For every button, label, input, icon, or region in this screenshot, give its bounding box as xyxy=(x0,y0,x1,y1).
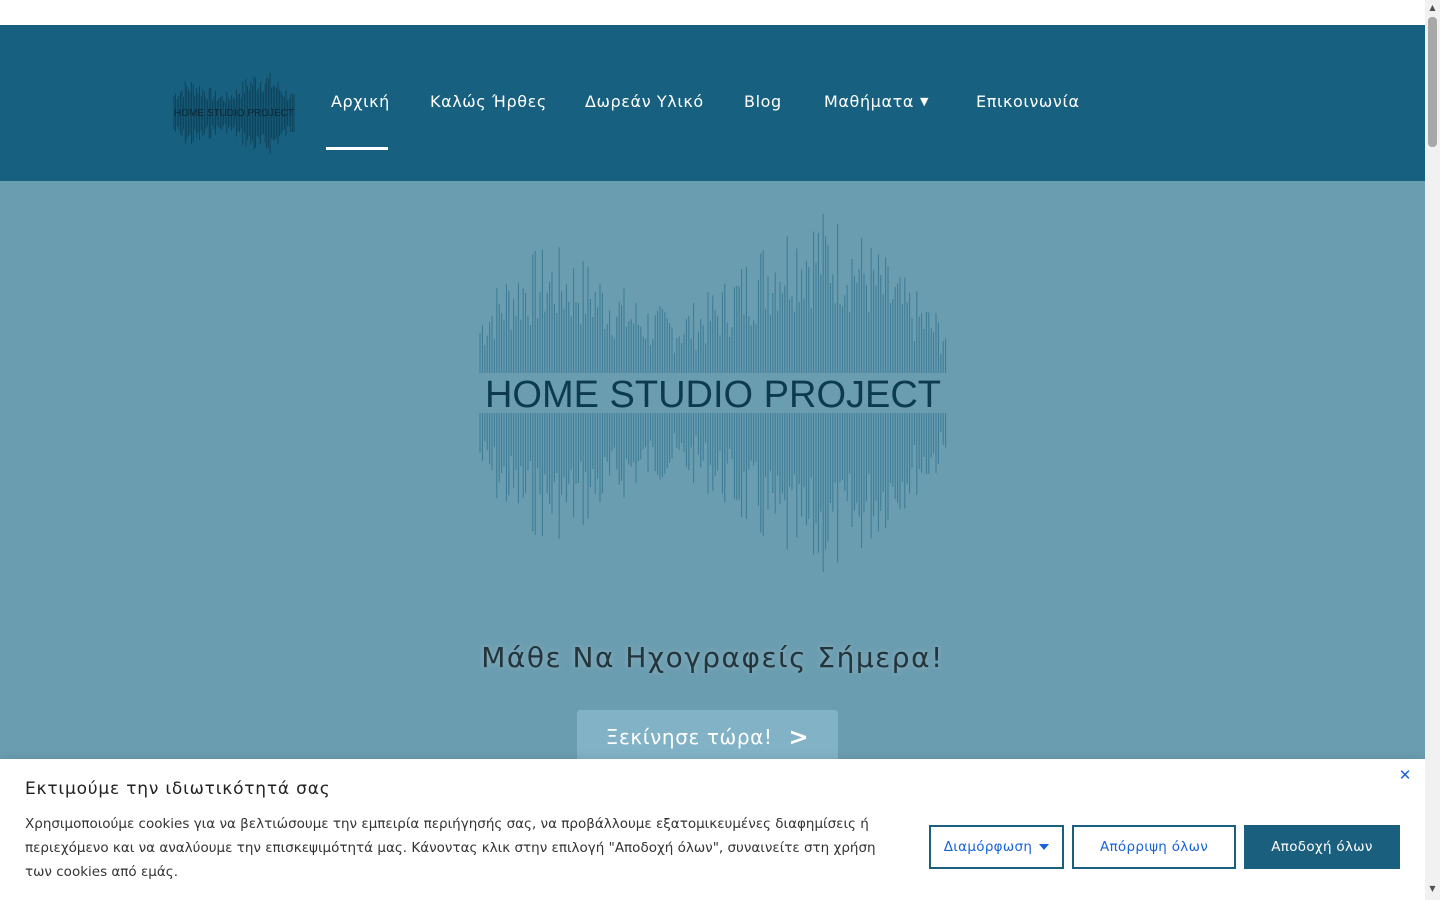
nav-item-contact-label: Επικοινωνία xyxy=(976,92,1080,111)
cookie-banner: Εκτιμούμε την ιδιωτικότητά σας Χρησιμοπο… xyxy=(0,759,1425,900)
start-now-button[interactable]: Ξεκίνησε τώρα! > xyxy=(577,710,838,764)
nav-item-courses-label: Μαθήματα xyxy=(824,92,914,111)
site-logo[interactable]: HOME STUDIO PROJECT xyxy=(172,61,296,165)
reject-all-label: Απόρριψη όλων xyxy=(1099,839,1209,855)
logo-text: HOME STUDIO PROJECT xyxy=(174,108,294,119)
chevron-down-icon: ▼ xyxy=(920,95,930,108)
active-nav-indicator xyxy=(326,147,388,150)
nav-item-welcome[interactable]: Καλώς Ήρθες xyxy=(430,92,547,111)
hero-logo: HOME STUDIO PROJECT xyxy=(478,214,948,572)
customize-button[interactable]: Διαμόρφωση xyxy=(929,825,1064,869)
nav-item-welcome-label: Καλώς Ήρθες xyxy=(430,92,547,111)
accept-all-button[interactable]: Αποδοχή όλων xyxy=(1244,825,1400,869)
arrow-right-icon: > xyxy=(788,723,810,751)
nav-item-blog[interactable]: Blog xyxy=(744,92,782,111)
nav-item-home-label: Αρχική xyxy=(331,92,390,111)
page-scrollbar[interactable]: ▲ ▼ xyxy=(1425,0,1440,900)
hero-logo-text: HOME STUDIO PROJECT xyxy=(485,374,941,416)
hero-section: HOME STUDIO PROJECT Μάθε Να Ηχογραφείς Σ… xyxy=(0,181,1425,764)
site-header: HOME STUDIO PROJECT Αρχική Καλώς Ήρθες Δ… xyxy=(0,25,1425,181)
nav-item-home[interactable]: Αρχική xyxy=(331,92,390,111)
hero-headline: Μάθε Να Ηχογραφείς Σήμερα! xyxy=(481,641,944,674)
scroll-thumb[interactable] xyxy=(1428,17,1437,147)
scroll-down-arrow-icon[interactable]: ▼ xyxy=(1425,884,1440,893)
scroll-up-arrow-icon[interactable]: ▲ xyxy=(1425,3,1440,12)
nav-item-blog-label: Blog xyxy=(744,92,782,111)
accept-all-label: Αποδοχή όλων xyxy=(1271,839,1373,855)
nav-item-free-material[interactable]: Δωρεάν Υλικό xyxy=(585,92,704,111)
cookie-title: Εκτιμούμε την ιδιωτικότητά σας xyxy=(25,779,331,799)
close-icon[interactable]: ✕ xyxy=(1397,767,1413,783)
reject-all-button[interactable]: Απόρριψη όλων xyxy=(1072,825,1236,869)
nav-item-contact[interactable]: Επικοινωνία xyxy=(976,92,1080,111)
nav-item-courses[interactable]: Μαθήματα ▼ xyxy=(824,92,929,111)
caret-down-icon xyxy=(1039,844,1050,850)
cookie-description: Χρησιμοποιούμε cookies για να βελτιώσουμ… xyxy=(25,816,876,880)
top-gap xyxy=(0,0,1425,25)
nav-item-free-material-label: Δωρεάν Υλικό xyxy=(585,92,704,111)
start-now-label: Ξεκίνησε τώρα! xyxy=(605,725,773,749)
customize-label: Διαμόρφωση xyxy=(943,839,1033,855)
